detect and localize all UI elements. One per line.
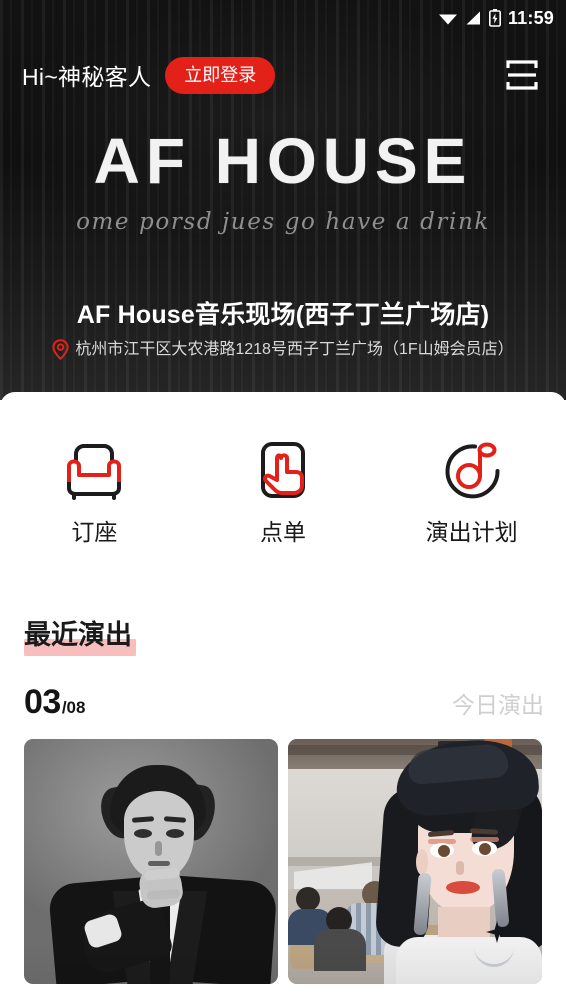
date-row: 03 /08 今日演出 — [0, 649, 566, 719]
brand-logo-text: AF HOUSE — [93, 125, 473, 197]
venue-address-text: 杭州市江干区大农港路1218号西子丁兰广场（1F山姆会员店） — [75, 340, 514, 358]
today-show-label[interactable]: 今日演出 — [452, 694, 544, 717]
quick-action-order-label: 点单 — [260, 519, 306, 545]
quick-action-schedule[interactable]: 演出计划 — [377, 440, 566, 544]
recent-shows-heading-text: 最近演出 — [24, 620, 132, 650]
brand-tagline: ome porsd jues go have a drink — [76, 209, 490, 236]
status-bar: 11:59 — [0, 0, 566, 36]
venue-name: AF House音乐现场(西子丁兰广场店) — [76, 301, 490, 329]
performer-photo-2 — [288, 739, 542, 984]
status-bar-clock: 11:59 — [507, 8, 554, 28]
date-month: /08 — [61, 698, 86, 717]
cellular-signal-icon — [466, 11, 480, 25]
battery-charging-icon — [488, 9, 501, 27]
performance-card-list — [0, 719, 566, 984]
top-nav: Hi~神秘客人 立即登录 — [0, 36, 566, 114]
quick-action-reserve-label: 订座 — [71, 519, 118, 545]
date-day: 03 — [24, 683, 61, 721]
quick-action-order[interactable]: 点单 — [189, 440, 378, 544]
sofa-seat-icon — [63, 440, 125, 502]
login-button[interactable]: 立即登录 — [165, 56, 276, 94]
performance-card[interactable] — [288, 739, 542, 984]
quick-action-schedule-label: 演出计划 — [425, 519, 518, 545]
content-sheet: 订座 点单 演出计划 最近演出 03 /08 今日演出 — [0, 392, 566, 1006]
quick-action-reserve[interactable]: 订座 — [0, 440, 189, 544]
hamburger-menu-icon — [506, 60, 538, 90]
quick-actions: 订座 点单 演出计划 — [0, 392, 566, 544]
hamburger-menu-button[interactable] — [500, 53, 544, 97]
app-root: 11:59 Hi~神秘客人 立即登录 AF HOUSE ome porsd ju… — [0, 0, 566, 1006]
music-note-circle-icon — [442, 440, 502, 502]
venue-address-row[interactable]: 杭州市江干区大农港路1218号西子丁兰广场（1F山姆会员店） — [10, 339, 556, 360]
user-greeting: Hi~神秘客人 — [22, 64, 152, 90]
brand-logo: AF HOUSE ome porsd jues go have a drink — [0, 125, 566, 236]
performer-photo-1 — [24, 739, 278, 984]
venue-info: AF House音乐现场(西子丁兰广场店) 杭州市江干区大农港路1218号西子丁… — [0, 300, 566, 360]
location-pin-icon — [52, 339, 69, 360]
performance-card[interactable] — [24, 739, 278, 984]
wifi-icon — [438, 14, 457, 25]
recent-shows-heading: 最近演出 — [24, 620, 136, 656]
hand-tap-menu-icon — [255, 440, 311, 502]
